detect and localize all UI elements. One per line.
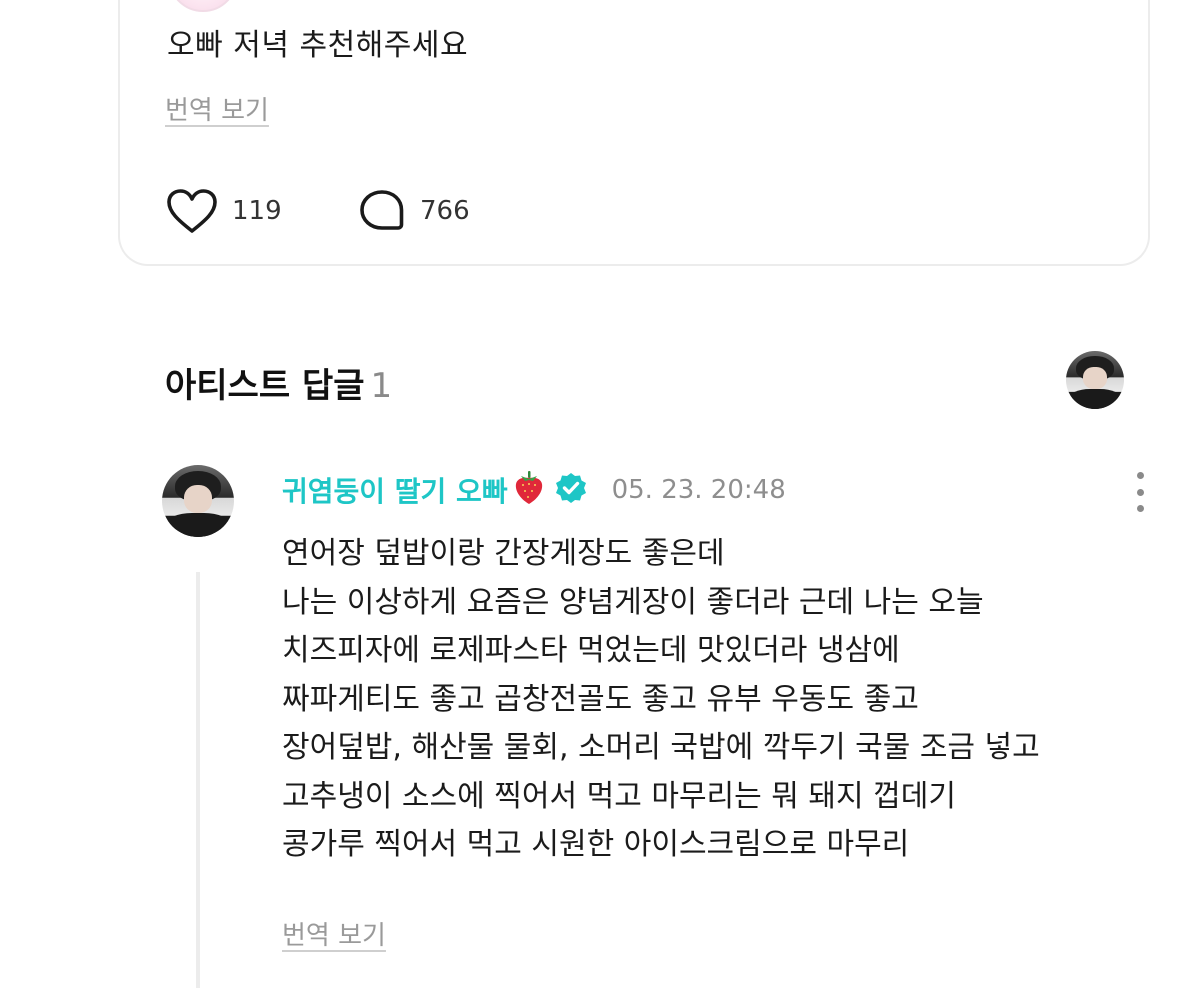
heart-outline-icon: [167, 189, 217, 233]
post-translate-link[interactable]: 번역 보기: [165, 90, 269, 127]
comment-count: 766: [420, 196, 470, 226]
reply-line: 콩가루 찍어서 먹고 시원한 아이스크림으로 마무리: [282, 827, 910, 862]
reply-author-avatar[interactable]: [162, 465, 234, 537]
reply-line: 연어장 덮밥이랑 간장게장도 좋은데: [282, 536, 725, 571]
reply-line: 장어덮밥, 해산물 물회, 소머리 국밥에 깍두기 국물 조금 넣고: [282, 730, 1040, 765]
reply-author-name[interactable]: 귀염둥이 딸기 오빠: [282, 470, 508, 510]
reply-translate-link[interactable]: 번역 보기: [282, 915, 386, 952]
more-dot: [1136, 488, 1144, 496]
strawberry-icon: [512, 470, 546, 510]
reply-line: 치즈피자에 로제파스타 먹었는데 맛있더라 냉삼에: [282, 633, 900, 668]
artist-avatar-header[interactable]: [1066, 351, 1124, 409]
artist-replies-title: 아티스트 답글: [165, 366, 365, 406]
like-button[interactable]: 119: [166, 188, 282, 234]
reply-line: 고추냉이 소스에 찍어서 먹고 마무리는 뭐 돼지 껍데기: [282, 778, 956, 814]
fan-avatar[interactable]: [168, 0, 238, 12]
reply-meta: 귀염둥이 딸기 오빠 05. 23. 20:48: [282, 470, 786, 510]
avatar-body: [1068, 389, 1122, 409]
artist-replies-heading: 아티스트 답글 1: [165, 358, 392, 407]
reply-body: 연어장 덮밥이랑 간장게장도 좋은데 나는 이상하게 요즘은 양념게장이 좋더라…: [282, 530, 1040, 870]
avatar-body: [165, 512, 231, 537]
reply-timestamp: 05. 23. 20:48: [611, 475, 786, 505]
reply-line: 나는 이상하게 요즘은 양념게장이 좋더라 근데 나는 오늘: [282, 584, 984, 620]
reply-line: 짜파게티도 좋고 곱창전골도 좋고 유부 우동도 좋고: [282, 681, 919, 717]
page: 오빠 저녁 추천해주세요 번역 보기 119 766 아티스트 답글 1 귀염둥이…: [0, 0, 1200, 988]
avatar-face: [183, 485, 213, 513]
avatar-face: [1083, 367, 1107, 390]
comment-button[interactable]: 766: [358, 188, 470, 234]
more-dot: [1136, 505, 1144, 512]
more-options-button[interactable]: [1130, 472, 1150, 512]
verified-badge-icon: [554, 471, 588, 509]
speech-bubble-icon: [360, 190, 404, 230]
fan-post-card: 오빠 저녁 추천해주세요 번역 보기 119 766: [118, 0, 1150, 266]
more-dot: [1136, 472, 1144, 479]
artist-replies-count: 1: [370, 366, 393, 406]
thread-line: [196, 572, 200, 988]
like-count: 119: [232, 196, 282, 226]
post-text: 오빠 저녁 추천해주세요: [167, 28, 469, 63]
